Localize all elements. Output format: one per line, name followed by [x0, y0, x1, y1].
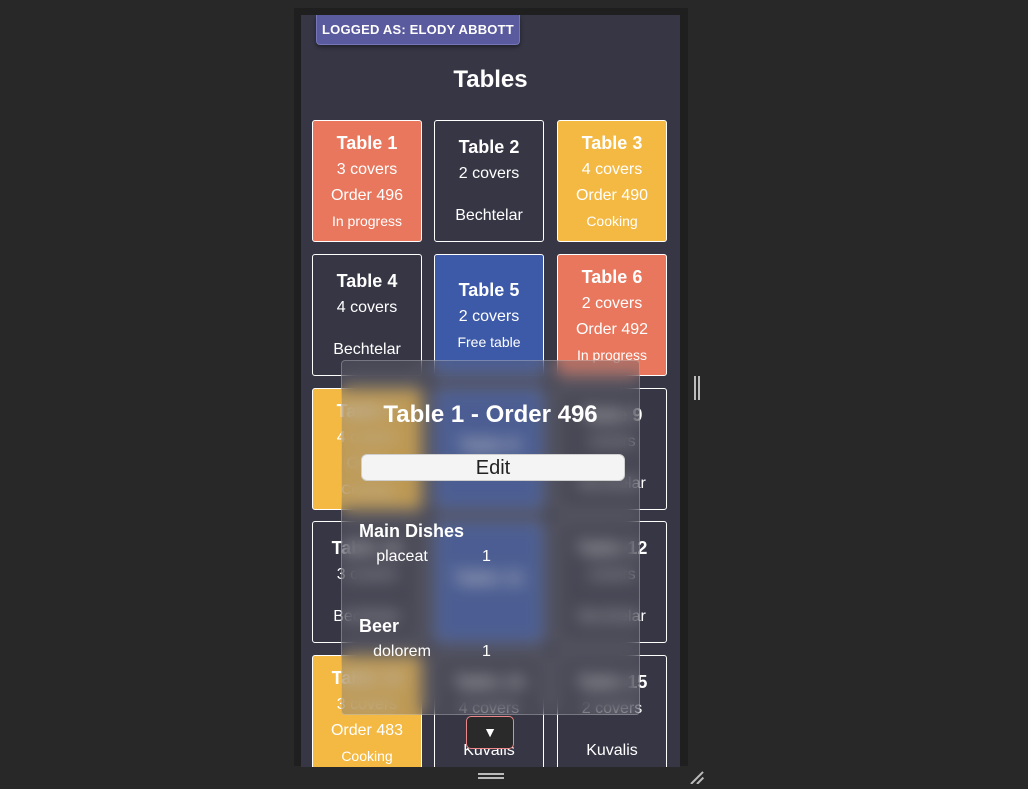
chevron-down-icon: ▼ — [483, 724, 497, 740]
table-waiter: Kuvalis — [586, 742, 638, 759]
page-title: Tables — [453, 66, 528, 93]
resize-handle-bottom[interactable] — [478, 773, 504, 779]
logged-user-badge: LOGGED AS: ELODY ABBOTT — [316, 15, 520, 45]
table-covers: 2 covers — [458, 165, 520, 182]
table-covers: 4 covers — [581, 161, 643, 178]
table-order: Order 490 — [575, 187, 649, 204]
table-status: In progress — [331, 213, 403, 229]
table-card[interactable]: Table 3 4 covers Order 490 Cooking — [557, 120, 667, 242]
table-covers: 2 covers — [458, 308, 520, 325]
table-status: Cooking — [341, 748, 393, 764]
table-card[interactable]: Table 2 2 covers Bechtelar — [434, 120, 544, 242]
table-status: Free table — [457, 334, 521, 350]
table-card[interactable]: Table 1 3 covers Order 496 In progress — [312, 120, 422, 242]
resize-handle-corner[interactable] — [690, 770, 704, 784]
resize-handle-right[interactable] — [694, 376, 700, 400]
edit-order-button[interactable]: Edit — [361, 454, 625, 481]
scroll-down-button[interactable]: ▼ — [466, 716, 514, 749]
table-covers: 2 covers — [581, 295, 643, 312]
table-order: Order 483 — [330, 722, 404, 739]
table-waiter: Bechtelar — [455, 207, 523, 224]
category-heading: Main Dishes — [359, 521, 465, 541]
table-name: Table 4 — [336, 271, 398, 291]
order-item-quantity: 1 — [482, 548, 491, 565]
table-waiter: Bechtelar — [333, 341, 401, 358]
table-name: Table 3 — [581, 133, 643, 153]
table-card[interactable]: Table 62 covers Order 492 In progress — [557, 254, 667, 376]
table-name: Table 1 — [336, 133, 398, 153]
table-name: Table 2 — [458, 137, 520, 157]
order-popup: Table 1 - Order 496 Edit Main Dishes pla… — [341, 360, 640, 715]
table-status: Cooking — [586, 213, 638, 229]
table-order: Order 492 — [575, 321, 649, 338]
table-name: Table 6 — [581, 267, 643, 287]
table-card[interactable]: Table 5 2 covers Free table — [434, 254, 544, 376]
table-name: Table 5 — [458, 280, 520, 300]
popup-title: Table 1 - Order 496 — [383, 401, 598, 428]
table-card[interactable]: Table 4 4 covers Bechtelar — [312, 254, 422, 376]
table-covers: 4 covers — [336, 299, 398, 316]
category-heading: Beer — [359, 616, 400, 636]
order-item-name: placeat — [376, 548, 428, 565]
order-item-name: dolorem — [373, 643, 431, 660]
order-item-quantity: 1 — [482, 643, 491, 660]
table-order: Order 496 — [330, 187, 404, 204]
table-covers: 3 covers — [336, 161, 398, 178]
